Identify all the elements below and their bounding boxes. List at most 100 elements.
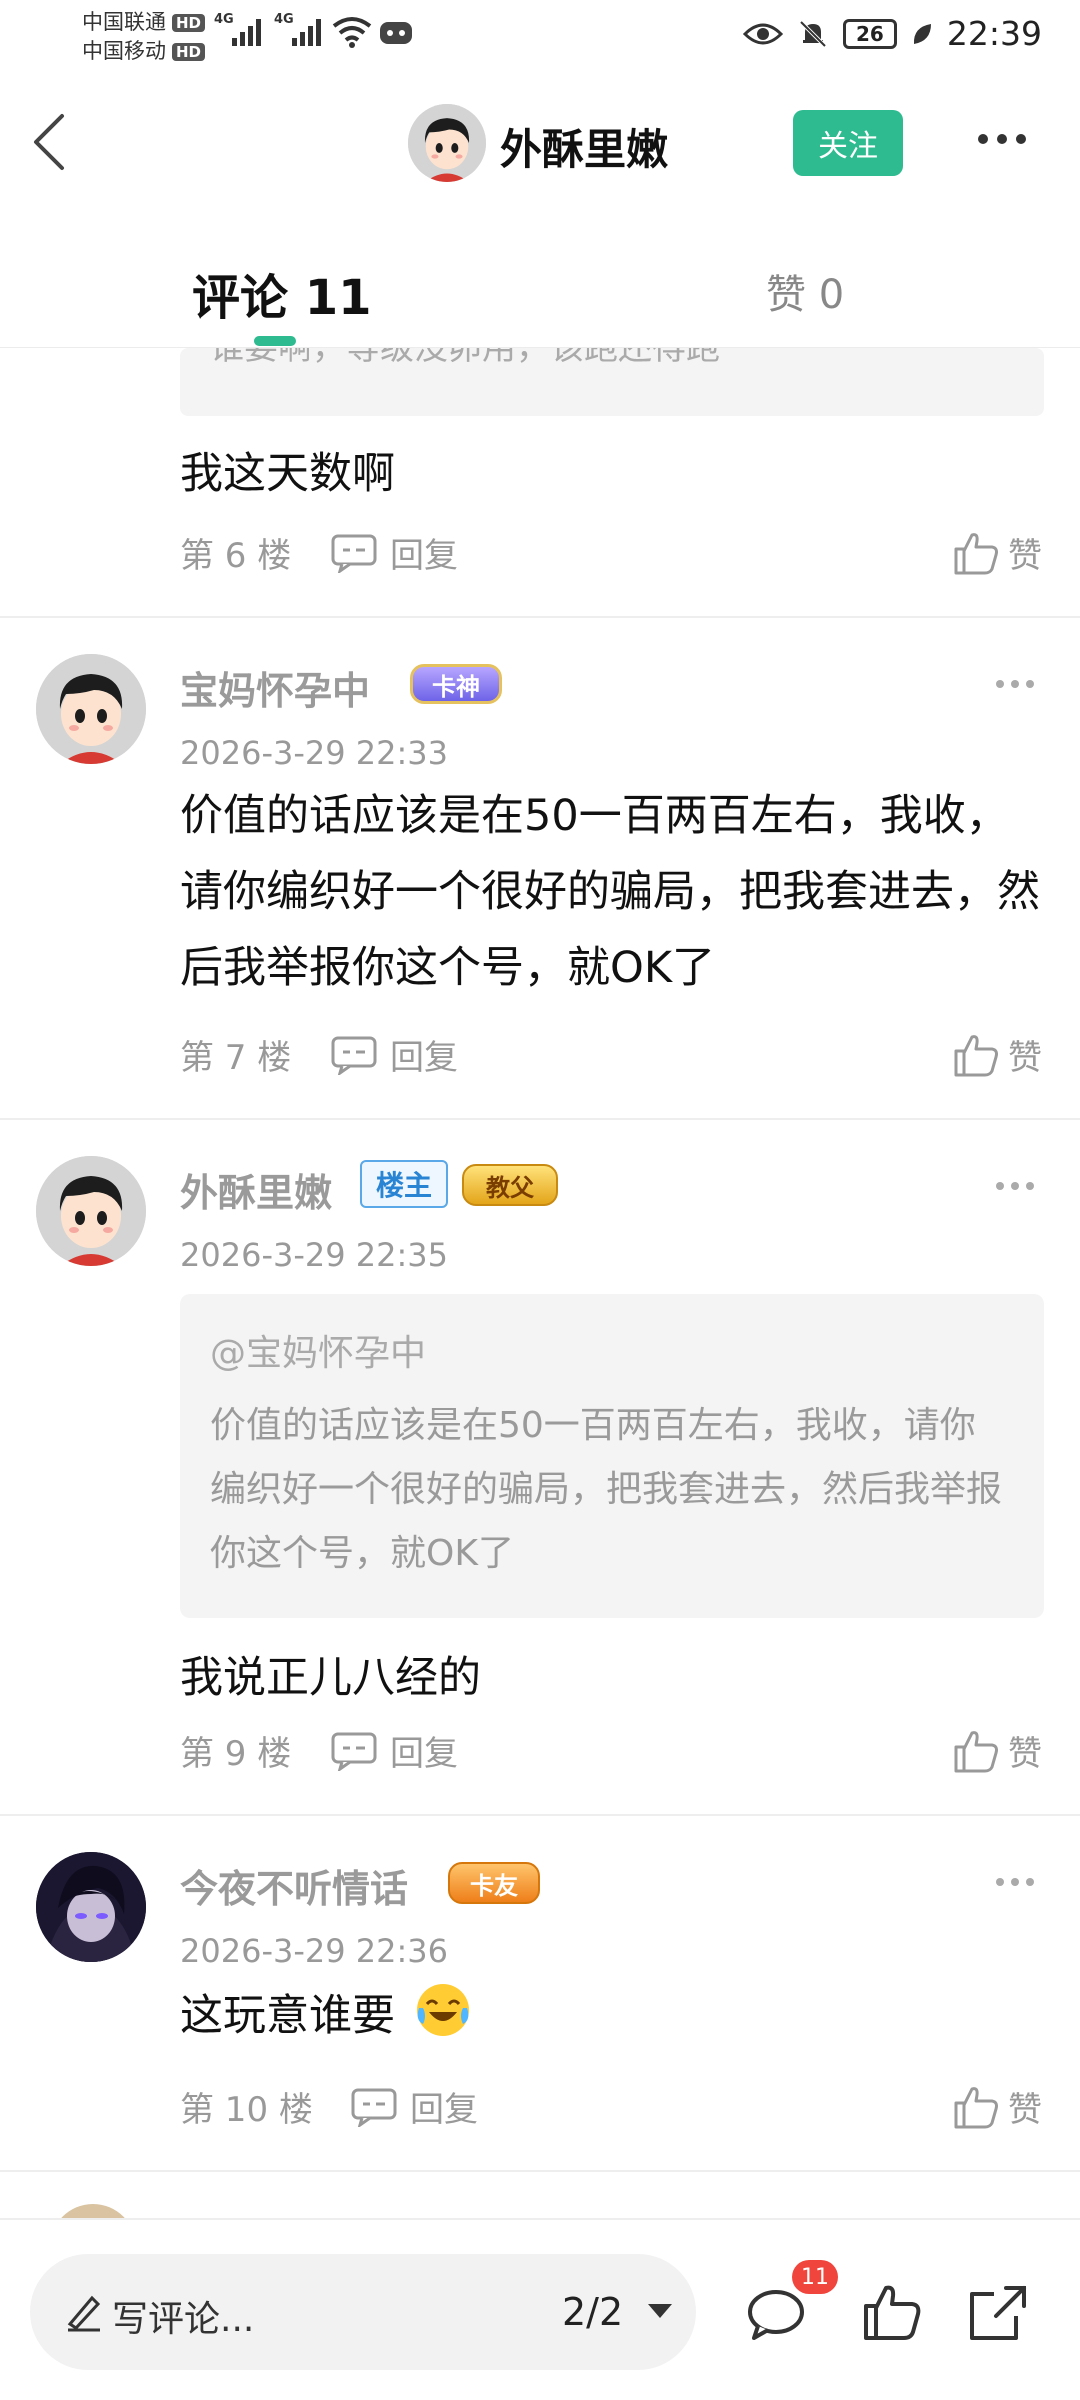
signal-icon-2: 4G	[274, 12, 321, 46]
comment-text: 价值的话应该是在50一百两百左右，我收，请你编织好一个很好的骗局，把我套进去，然…	[180, 791, 1040, 993]
user-name[interactable]: 外酥里嫩	[180, 1162, 332, 1217]
write-comment-input[interactable]: 写评论... 2/2	[30, 2254, 696, 2370]
quote-box[interactable]: @宝妈怀孕中 价值的话应该是在50一百两百左右，我收，请你编织好一个很好的骗局，…	[180, 1294, 1044, 1618]
user-avatar[interactable]	[36, 1852, 146, 1962]
user-avatar[interactable]	[36, 1156, 146, 1266]
user-name[interactable]: 今夜不听情话	[180, 1858, 408, 1913]
thumb-up-icon	[954, 1730, 998, 1772]
battery-indicator: 26	[842, 18, 897, 49]
divider	[0, 1118, 1080, 1120]
more-icon[interactable]	[978, 134, 1026, 144]
author-name[interactable]: 外酥里嫩	[500, 116, 668, 177]
comment-placeholder: 写评论...	[112, 2299, 255, 2340]
thumb-up-icon	[954, 1034, 998, 1076]
page-indicator[interactable]: 2/2	[562, 2290, 623, 2334]
thumb-up-icon	[954, 2086, 998, 2128]
like-label: 赞	[1008, 1038, 1042, 1078]
pen-icon	[67, 2295, 101, 2332]
comment-list[interactable]: 谁要啊，等级没卵用，该跑还得跑 我这天数啊 第 6 楼 回复 赞 宝妈怀孕中 卡…	[0, 348, 1080, 2218]
thumb-up-icon[interactable]	[860, 2280, 924, 2344]
comment-text-line: 这玩意谁要	[180, 1978, 473, 2054]
user-avatar[interactable]	[36, 654, 146, 764]
next-user-avatar-partial[interactable]	[50, 2204, 136, 2218]
quote-box-cut: 谁要啊，等级没卵用，该跑还得跑	[180, 348, 1044, 416]
divider	[0, 1814, 1080, 1816]
comment-time: 2026-3-29 22:36	[180, 1932, 448, 1970]
reply-label: 回复	[390, 1734, 458, 1774]
comment-icon[interactable]	[744, 2282, 808, 2346]
share-icon[interactable]	[966, 2280, 1030, 2344]
comment-screen: 中国联通 HD 中国移动 HD 4G 4G 26 22:39 外酥里嫩 关注 评…	[0, 0, 1080, 2400]
floor-label: 第 6 楼	[180, 536, 292, 576]
status-bar: 中国联通 HD 中国移动 HD 4G 4G 26 22:39	[0, 0, 1080, 72]
hd-badge-1: HD	[172, 13, 206, 32]
bottom-bar: 写评论... 2/2 11	[0, 2218, 1080, 2400]
cartoon-avatar-icon	[36, 654, 146, 764]
reply-button[interactable]: 回复	[350, 2082, 478, 2131]
reply-icon	[331, 1732, 377, 1771]
like-button[interactable]: 赞	[952, 1726, 1042, 1775]
carrier-1: 中国联通	[82, 10, 166, 34]
level-badge: 卡友	[448, 1862, 540, 1904]
tab-likes[interactable]: 赞 0	[766, 262, 844, 320]
comment-more-icon[interactable]	[996, 1182, 1034, 1190]
quote-mention: @宝妈怀孕中	[210, 1333, 427, 1374]
like-button[interactable]: 赞	[952, 2082, 1042, 2131]
leaf-icon	[913, 23, 931, 44]
comment-time: 2026-3-29 22:33	[180, 734, 448, 772]
like-label: 赞	[1008, 2090, 1042, 2130]
chevron-down-icon[interactable]	[648, 2304, 672, 2318]
tab-bar: 评论 11 赞 0	[0, 212, 1080, 348]
follow-button[interactable]: 关注	[793, 110, 903, 176]
comment-more-icon[interactable]	[996, 680, 1034, 688]
quote-text: 价值的话应该是在50一百两百左右，我收，请你编织好一个很好的骗局，把我套进去，然…	[210, 1405, 1003, 1574]
comment-text: 我说正儿八经的	[180, 1653, 481, 1703]
carrier-2: 中国移动	[82, 39, 166, 63]
divider	[0, 2170, 1080, 2172]
tab-comments[interactable]: 评论 11	[192, 258, 372, 328]
reply-icon	[351, 2088, 397, 2127]
like-button[interactable]: 赞	[952, 1030, 1042, 1079]
author-avatar[interactable]	[408, 104, 486, 182]
cartoon-avatar-icon	[408, 104, 486, 182]
divider	[0, 616, 1080, 618]
reply-label: 回复	[390, 1038, 458, 1078]
top-bar: 外酥里嫩 关注	[0, 72, 1080, 212]
game-controller-icon	[380, 22, 412, 44]
reply-icon	[331, 1036, 377, 1075]
level-badge: 教父	[462, 1164, 558, 1206]
owner-badge: 楼主	[360, 1160, 448, 1208]
level-badge: 卡神	[410, 664, 502, 704]
carrier-info: 中国联通 HD 中国移动 HD	[82, 8, 206, 66]
network-type-1: 4G	[214, 12, 234, 27]
tab-active-indicator	[254, 336, 296, 346]
reply-button[interactable]: 回复	[330, 1030, 458, 1079]
quote-text: 谁要啊，等级没卵用，该跑还得跑	[210, 348, 720, 368]
mute-bell-icon	[799, 20, 827, 47]
user-name[interactable]: 宝妈怀孕中	[180, 660, 370, 715]
floor-label: 第 9 楼	[180, 1734, 292, 1774]
floor-label: 第 7 楼	[180, 1038, 292, 1078]
comment-count-badge: 11	[792, 2260, 838, 2294]
comment-text: 这玩意谁要	[180, 1991, 395, 2041]
clock: 22:39	[946, 14, 1042, 53]
network-type-2: 4G	[274, 12, 294, 27]
cartoon-avatar-icon	[36, 1156, 146, 1266]
back-icon[interactable]	[26, 110, 72, 174]
reply-icon	[331, 534, 377, 573]
reply-label: 回复	[390, 536, 458, 576]
reply-button[interactable]: 回复	[330, 528, 458, 577]
hd-badge-2: HD	[172, 42, 206, 61]
thumb-up-icon	[954, 532, 998, 574]
like-button[interactable]: 赞	[952, 528, 1042, 577]
like-label: 赞	[1008, 1734, 1042, 1774]
like-label: 赞	[1008, 536, 1042, 576]
wifi-icon	[332, 17, 372, 48]
comment-time: 2026-3-29 22:35	[180, 1236, 448, 1274]
reply-button[interactable]: 回复	[330, 1726, 458, 1775]
laugh-cry-emoji-icon	[416, 1984, 469, 2036]
anime-avatar-icon	[36, 1852, 146, 1962]
comment-more-icon[interactable]	[996, 1878, 1034, 1886]
comment-text: 我这天数啊	[180, 449, 395, 499]
status-right: 26 22:39	[742, 14, 1042, 53]
